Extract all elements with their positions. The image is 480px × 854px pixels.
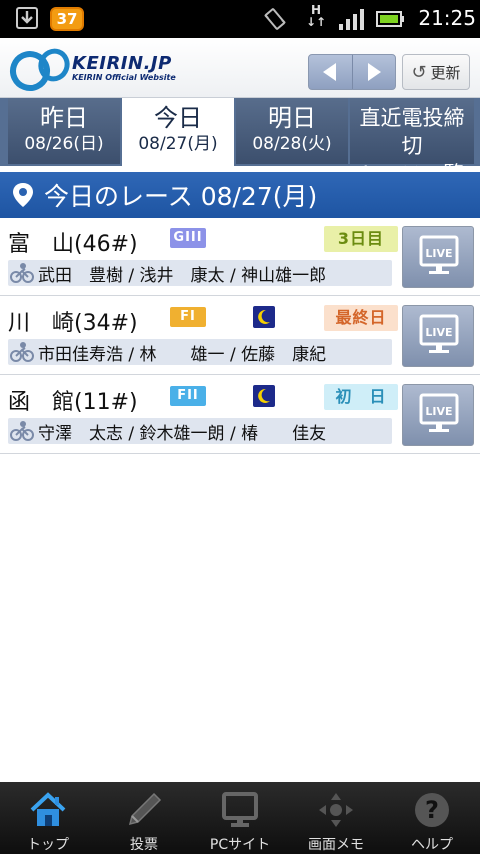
night-race-icon (253, 306, 275, 328)
race-day-badge: 初 日 (324, 384, 398, 410)
race-row[interactable]: 川 崎(34#) FI 最終日 市田佳寿浩 / 林 雄一 / 佐藤 康紀 LIV… (0, 297, 480, 375)
help-icon: ? (415, 793, 449, 827)
nav-pc-site[interactable]: PCサイト (192, 782, 288, 854)
nav-top[interactable]: トップ (0, 782, 96, 854)
pen-icon (128, 792, 162, 826)
live-tv-icon: LIVE (419, 393, 459, 432)
nav-label: ヘルプ (411, 837, 453, 853)
location-pin-icon (13, 183, 33, 207)
keirin-logo-icon (10, 48, 70, 91)
signal-icon (339, 9, 364, 30)
live-button[interactable]: LIVE (402, 226, 474, 288)
featured-riders: 武田 豊樹 / 浅井 康太 / 神山雄一郎 (8, 260, 392, 286)
battery-icon (376, 11, 404, 27)
live-label: LIVE (425, 405, 452, 418)
forward-button[interactable] (351, 55, 396, 89)
nav-label: 画面メモ (308, 837, 364, 853)
tab-label: 今日 (154, 104, 202, 132)
network-type-icon: H ↓↑ (305, 3, 327, 29)
live-tv-icon: LIVE (419, 235, 459, 274)
svg-text:?: ? (425, 796, 439, 824)
night-race-icon (253, 385, 275, 407)
featured-riders: 市田佳寿浩 / 林 雄一 / 佐藤 康紀 (8, 339, 392, 365)
tab-tomorrow[interactable]: 明日 08/28(火) (236, 98, 348, 164)
rider-names: 市田佳寿浩 / 林 雄一 / 佐藤 康紀 (38, 345, 327, 365)
race-day-badge: 3日目 (324, 226, 398, 252)
tab-label: 昨日 (40, 104, 88, 132)
rider-names: 武田 豊樹 / 浅井 康太 / 神山雄一郎 (38, 266, 327, 286)
race-row[interactable]: 富 山(46#) GIII 3日目 武田 豊樹 / 浅井 康太 / 神山雄一郎 … (0, 218, 480, 296)
grade-badge: GIII (170, 228, 206, 248)
nav-label: トップ (27, 837, 69, 853)
venue-name: 川 崎(34#) (8, 311, 138, 336)
app-header: KEIRIN.JP KEIRIN Official Website ↺ 更新 (0, 38, 480, 98)
cyclist-icon (10, 421, 34, 441)
venue-name: 富 山(46#) (8, 232, 138, 257)
grade-badge: FI (170, 307, 206, 327)
section-header: 今日のレース 08/27(月) (0, 172, 480, 218)
cyclist-icon (10, 263, 34, 283)
cyclist-icon (10, 342, 34, 362)
grade-badge: FII (170, 386, 206, 406)
clock: 21:25 (418, 6, 476, 30)
live-label: LIVE (425, 247, 452, 260)
tab-date: 08/28(火) (252, 134, 332, 154)
tab-label: 直近電投締切 (359, 106, 465, 158)
live-label: LIVE (425, 326, 452, 339)
download-icon (16, 7, 38, 29)
back-button[interactable] (309, 55, 352, 89)
status-bar: 37 H ↓↑ 21:25 (0, 0, 480, 38)
refresh-label: 更新 (430, 63, 461, 82)
tab-yesterday[interactable]: 昨日 08/26(日) (8, 98, 120, 164)
nav-screen-memo[interactable]: 画面メモ (288, 782, 384, 854)
vibrate-icon (264, 8, 286, 30)
bottom-nav: トップ 投票 PCサイト 画面メモ ? ヘルプ (0, 782, 480, 854)
tab-label: 明日 (268, 104, 316, 132)
logo-title: KEIRIN.JP (72, 53, 172, 74)
nav-label: PCサイト (209, 837, 271, 853)
monitor-icon (222, 792, 258, 827)
race-row[interactable]: 函 館(11#) FII 初 日 守澤 太志 / 鈴木雄一朗 / 椿 佳友 LI… (0, 376, 480, 454)
race-day-badge: 最終日 (324, 305, 398, 331)
tab-date: 08/26(日) (24, 134, 104, 154)
tab-deadline-list[interactable]: 直近電投締切 レース一覧 (350, 98, 474, 186)
rider-names: 守澤 太志 / 鈴木雄一朗 / 椿 佳友 (38, 424, 327, 444)
day-tabs: 昨日 08/26(日) 今日 08/27(月) 明日 08/28(火) 直近電投… (0, 98, 480, 186)
nav-label: 投票 (130, 837, 158, 853)
nav-vote[interactable]: 投票 (96, 782, 192, 854)
live-button[interactable]: LIVE (402, 384, 474, 446)
tab-date: 08/27(月) (138, 134, 218, 154)
live-button[interactable]: LIVE (402, 305, 474, 367)
tab-today[interactable]: 今日 08/27(月) (122, 98, 234, 166)
triangle-right-icon (367, 63, 381, 81)
refresh-icon: ↺ (411, 61, 427, 83)
triangle-left-icon (323, 63, 337, 81)
network-type: H (310, 3, 322, 17)
notification-badge: 37 (50, 7, 84, 31)
refresh-button[interactable]: ↺ 更新 (402, 54, 470, 90)
section-title: 今日のレース 08/27(月) (44, 182, 318, 211)
page-nav (308, 54, 396, 90)
nav-help[interactable]: ? ヘルプ (384, 782, 480, 854)
venue-name: 函 館(11#) (8, 390, 138, 415)
live-tv-icon: LIVE (419, 314, 459, 353)
move-icon (319, 793, 353, 827)
logo-subtitle: KEIRIN Official Website (72, 73, 176, 82)
home-icon (30, 792, 66, 826)
featured-riders: 守澤 太志 / 鈴木雄一朗 / 椿 佳友 (8, 418, 392, 444)
